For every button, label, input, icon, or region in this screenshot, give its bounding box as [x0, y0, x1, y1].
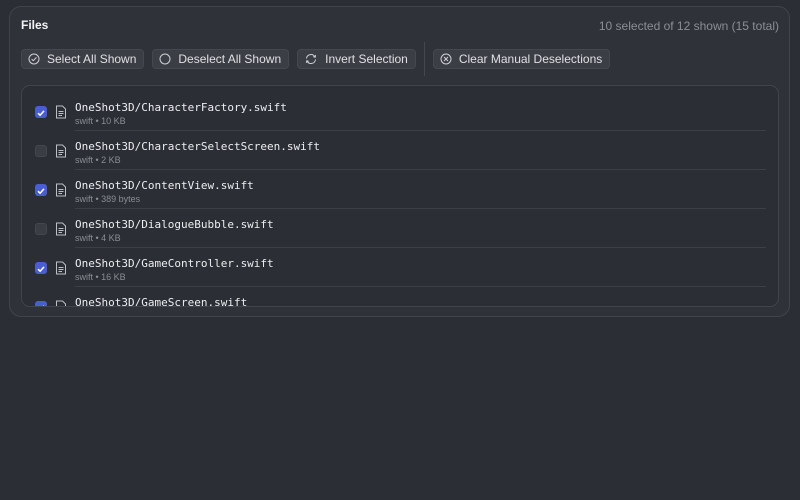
select-all-shown-button[interactable]: Select All Shown [21, 49, 145, 69]
selection-summary: 10 selected of 12 shown (15 total) [598, 19, 779, 33]
file-name: OneShot3D/CharacterFactory.swift [75, 101, 287, 114]
document-icon [56, 105, 66, 119]
file-meta: swift • 10 KB [75, 116, 126, 126]
document-icon [56, 261, 66, 275]
file-name: OneShot3D/GameScreen.swift [75, 296, 248, 307]
clear-manual-deselections-button[interactable]: Clear Manual Deselections [432, 49, 611, 69]
x-circle-icon [440, 53, 452, 65]
select-all-shown-label: Select All Shown [47, 52, 137, 66]
checkmark-icon [37, 188, 45, 195]
file-row[interactable]: OneShot3D/ContentView.swift swift • 389 … [22, 170, 778, 209]
files-panel: Files 10 selected of 12 shown (15 total)… [9, 6, 790, 317]
toolbar-divider [423, 42, 425, 76]
file-meta: swift • 16 KB [75, 272, 126, 282]
file-name: OneShot3D/CharacterSelectScreen.swift [75, 140, 321, 153]
file-checkbox[interactable] [35, 184, 47, 196]
panel-title: Files [21, 18, 49, 32]
selection-toolbar: Select All Shown Deselect All Shown Inve… [21, 42, 618, 76]
deselect-all-shown-button[interactable]: Deselect All Shown [152, 49, 290, 69]
checkmark-icon [37, 110, 45, 117]
checkmark-icon [42, 305, 45, 306]
clear-manual-deselections-label: Clear Manual Deselections [458, 52, 603, 66]
file-row[interactable]: OneShot3D/CharacterFactory.swift swift •… [22, 92, 778, 131]
file-row[interactable]: OneShot3D/DialogueBubble.swift swift • 4… [22, 209, 778, 248]
document-icon [56, 300, 66, 306]
file-name: OneShot3D/DialogueBubble.swift [75, 218, 274, 231]
file-row[interactable]: OneShot3D/CharacterSelectScreen.swift sw… [22, 131, 778, 170]
file-name: OneShot3D/GameController.swift [75, 257, 274, 270]
file-checkbox[interactable] [35, 145, 47, 157]
refresh-icon [306, 54, 317, 64]
invert-selection-label: Invert Selection [325, 52, 408, 66]
file-row[interactable]: OneShot3D/GameScreen.swift [22, 287, 778, 307]
file-checkbox[interactable] [35, 262, 47, 274]
file-checkbox[interactable] [35, 301, 47, 306]
file-row[interactable]: OneShot3D/GameController.swift swift • 1… [22, 248, 778, 287]
deselect-all-shown-label: Deselect All Shown [178, 52, 282, 66]
circle-icon [159, 53, 171, 65]
checkmark-icon [37, 266, 45, 273]
file-meta: swift • 389 bytes [75, 194, 141, 204]
file-checkbox[interactable] [35, 223, 47, 235]
document-icon [56, 144, 66, 158]
file-list[interactable]: OneShot3D/CharacterFactory.swift swift •… [21, 85, 779, 307]
file-meta: swift • 4 KB [75, 233, 121, 243]
file-name: OneShot3D/ContentView.swift [75, 179, 254, 192]
invert-selection-button[interactable]: Invert Selection [297, 49, 416, 69]
document-icon [56, 222, 66, 236]
file-checkbox[interactable] [35, 106, 47, 118]
check-circle-icon [28, 53, 40, 65]
file-meta: swift • 2 KB [75, 155, 121, 165]
document-icon [56, 183, 66, 197]
